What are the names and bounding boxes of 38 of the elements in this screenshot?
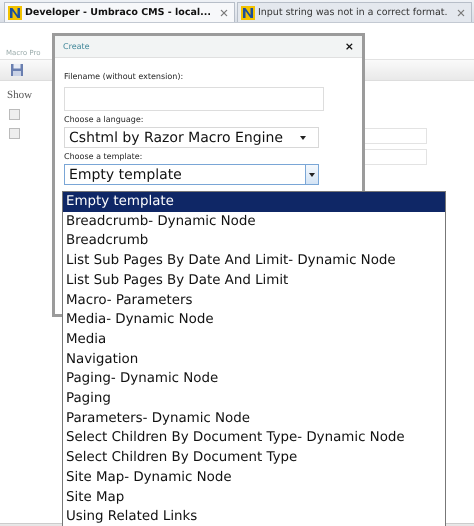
checkbox[interactable] xyxy=(9,109,20,120)
dropdown-option[interactable]: Navigation xyxy=(63,350,445,370)
checkbox[interactable] xyxy=(9,128,20,139)
browser-tab[interactable]: Input string was not in a correct format. xyxy=(236,2,472,22)
dropdown-option[interactable]: Site Map xyxy=(63,488,445,508)
close-button[interactable]: × xyxy=(344,41,354,52)
filename-field[interactable] xyxy=(64,87,324,111)
save-icon[interactable] xyxy=(10,63,24,77)
dropdown-option[interactable]: Breadcrumb xyxy=(63,231,445,252)
dropdown-button[interactable] xyxy=(305,165,318,184)
close-icon[interactable] xyxy=(220,8,228,16)
dropdown-option[interactable]: Media xyxy=(63,330,445,350)
field-label: Choose a template: xyxy=(64,152,144,161)
field-label: Filename (without extension): xyxy=(64,72,184,81)
template-dropdown[interactable]: Empty template xyxy=(64,164,319,185)
dropdown-option[interactable]: List Sub Pages By Date And Limit xyxy=(63,270,445,291)
dropdown-option[interactable]: Paging xyxy=(63,389,445,409)
browser-tab[interactable]: Developer - Umbraco CMS - local... xyxy=(4,2,235,22)
dialog-title: Create xyxy=(63,42,90,51)
dropdown-option[interactable]: Select Children By Document Type xyxy=(63,448,445,468)
close-icon[interactable] xyxy=(456,8,465,16)
dropdown-option[interactable]: Site Map- Dynamic Node xyxy=(63,468,445,488)
dropdown-option[interactable]: List Sub Pages By Date And Limit- Dynamic Node xyxy=(63,251,445,271)
column-label: Show xyxy=(7,89,34,101)
dropdown-option[interactable]: Select Children By Document Type- Dynamic Node xyxy=(63,428,445,448)
site-logo-icon xyxy=(240,6,255,20)
dropdown-option[interactable]: Parameters- Dynamic Node xyxy=(63,408,445,428)
caret-icon xyxy=(300,136,306,140)
dropdown-option[interactable]: Breadcrumb- Dynamic Node xyxy=(63,212,445,232)
dropdown-option[interactable]: Paging- Dynamic Node xyxy=(63,369,445,390)
dropdown-option[interactable]: Macro- Parameters xyxy=(63,290,445,310)
dropdown-option[interactable]: Media- Dynamic Node xyxy=(63,310,445,330)
dropdown-option[interactable]: Empty template xyxy=(63,192,445,212)
caret-icon xyxy=(309,172,315,176)
dropdown-option[interactable]: Using Related Links xyxy=(63,507,445,526)
site-logo-icon xyxy=(8,6,22,20)
field-label: Choose a language: xyxy=(64,115,144,124)
language-dropdown[interactable]: Cshtml by Razor Macro Engine xyxy=(64,127,319,148)
